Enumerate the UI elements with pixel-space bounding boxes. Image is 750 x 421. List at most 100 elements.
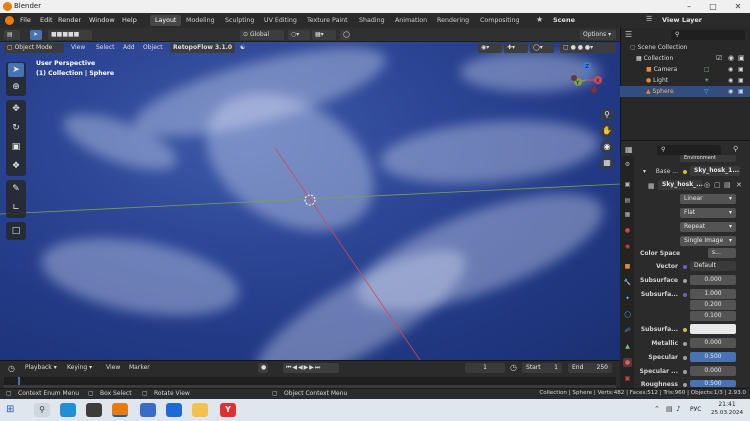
tab-animation[interactable]: Animation: [390, 15, 432, 26]
menu-edit[interactable]: Edit: [40, 16, 53, 24]
grid-view-icon[interactable]: ▦: [600, 156, 614, 170]
close-button[interactable]: ✕: [726, 0, 750, 13]
options-dropdown[interactable]: Options ▾: [580, 30, 616, 40]
blender-menu-icon[interactable]: [5, 16, 14, 25]
measure-tool-icon[interactable]: ∟: [8, 201, 24, 215]
world-tab-icon[interactable]: ◉: [623, 242, 632, 251]
transform-tool-icon[interactable]: ❖: [8, 159, 24, 173]
image-name-field[interactable]: Sky_hosk_...: [658, 180, 703, 190]
start-frame-field[interactable]: Start 1: [522, 363, 562, 373]
rotate-tool-icon[interactable]: ↻: [8, 121, 24, 135]
clock-icon[interactable]: ◷: [510, 363, 517, 372]
timeline-menu-marker[interactable]: Marker: [126, 363, 153, 373]
color-space-select[interactable]: s...: [708, 248, 736, 258]
overlay-toggle[interactable]: ◯▾: [530, 43, 554, 53]
timeline-editor-icon[interactable]: ◷: [8, 364, 15, 373]
retopoflow-help-icon[interactable]: ☯: [237, 43, 248, 53]
maximize-button[interactable]: □: [701, 0, 725, 13]
current-frame-field[interactable]: 1: [465, 363, 505, 373]
properties-editor-icon[interactable]: ▦: [625, 145, 633, 154]
subsurface-field[interactable]: 0.000: [690, 275, 736, 285]
mode-select[interactable]: ▢ Object Mode: [4, 43, 64, 53]
viewport-menu-view[interactable]: View: [68, 43, 88, 53]
tab-rendering[interactable]: Rendering: [432, 15, 474, 26]
cursor-tool-icon[interactable]: ⊕: [8, 80, 24, 94]
render-tab-icon[interactable]: ▣: [623, 180, 632, 189]
texture-tab-icon[interactable]: ▣: [623, 374, 632, 383]
tray-chevron-icon[interactable]: ⌃: [654, 405, 660, 413]
modifier-tab-icon[interactable]: 🔧: [623, 278, 632, 287]
timeline-frame-ruler[interactable]: [4, 377, 616, 385]
select-mode-buttons[interactable]: ■■■■■: [48, 30, 92, 40]
image-unlink-icon[interactable]: ✕: [736, 181, 742, 189]
constraints-tab-icon[interactable]: ☍: [623, 326, 632, 335]
calendar-app-icon[interactable]: [86, 403, 102, 417]
subsurface-radius-x[interactable]: 1.000: [690, 289, 736, 299]
source-select[interactable]: Single Image ▾: [680, 236, 736, 246]
pivot-point-select[interactable]: ○▾: [288, 30, 310, 40]
store-app-icon[interactable]: [140, 403, 156, 417]
shading-mode-buttons[interactable]: ▢ ● ● ●▾: [560, 43, 616, 53]
base-value[interactable]: Sky_hosk_1...: [690, 166, 740, 176]
base-expand-icon[interactable]: ▾: [643, 168, 646, 175]
environment-truncated-field[interactable]: Environment: [680, 155, 736, 162]
scale-tool-icon[interactable]: ▣: [8, 140, 24, 154]
visibility-toggle[interactable]: ◉▾: [478, 43, 502, 53]
collection-visibility-icon[interactable]: ◉: [728, 53, 734, 64]
select-tool-icon[interactable]: ➤: [30, 30, 42, 40]
outliner-row-light[interactable]: ● Light ☀ ◉ ▣: [620, 75, 750, 86]
language-indicator[interactable]: РУС: [690, 406, 701, 413]
tab-compositing[interactable]: Compositing: [475, 15, 524, 26]
image-copy-icon[interactable]: ▢: [714, 181, 721, 189]
timeline-menu-keying[interactable]: Keying ▾: [64, 363, 95, 373]
record-button[interactable]: ●: [258, 363, 268, 373]
outliner-row-collection[interactable]: ▦ Collection ☑ ◉ ▣: [620, 53, 750, 64]
extension-select[interactable]: Repeat ▾: [680, 222, 736, 232]
outliner-row-scene-collection[interactable]: ▢ Scene Collection: [620, 42, 750, 53]
add-cube-tool-icon[interactable]: □: [8, 224, 24, 238]
view-layer-tab-icon[interactable]: ▦: [623, 210, 632, 219]
collection-checkbox-icon[interactable]: ☑: [716, 53, 722, 64]
3d-viewport[interactable]: ▢ Object Mode View Select Add Object Ret…: [0, 42, 620, 360]
collection-render-icon[interactable]: ▣: [738, 53, 745, 64]
material-tab-icon[interactable]: ●: [623, 358, 632, 367]
snap-toggle[interactable]: ▦▾: [312, 30, 336, 40]
subsurface-color-swatch[interactable]: [690, 324, 736, 334]
scene-tab-icon[interactable]: ●: [623, 226, 632, 235]
windows-start-icon[interactable]: ⊞: [6, 404, 18, 416]
file-explorer-icon[interactable]: [192, 403, 208, 417]
sphere-render-icon[interactable]: ▣: [738, 86, 744, 97]
interpolation-select[interactable]: Linear ▾: [680, 194, 736, 204]
playback-controls[interactable]: ⏮◀◀▶▶⏭: [283, 363, 339, 373]
image-fake-user-icon[interactable]: ◎: [704, 181, 710, 189]
network-icon[interactable]: ▤: [666, 405, 673, 413]
sphere-visibility-icon[interactable]: ◉: [728, 86, 733, 97]
clock-date[interactable]: 25.03.2024: [710, 410, 744, 416]
tool-tab-icon[interactable]: ⚙: [623, 160, 632, 169]
scene-name[interactable]: Scene: [553, 16, 575, 24]
outliner-row-camera[interactable]: ■ Camera □ ◉ ▣: [620, 64, 750, 75]
camera-view-icon[interactable]: ◉: [600, 140, 614, 154]
object-tab-icon[interactable]: ■: [623, 262, 632, 271]
metallic-field[interactable]: 0.000: [690, 338, 736, 348]
proportional-edit-toggle[interactable]: ◯: [340, 30, 350, 40]
view-layer-icon[interactable]: ☰: [646, 15, 656, 25]
transform-orientation-select[interactable]: ⊙ Global: [240, 30, 284, 40]
move-tool-icon[interactable]: ✥: [8, 102, 24, 116]
tab-modeling[interactable]: Modeling: [181, 15, 220, 26]
menu-help[interactable]: Help: [122, 16, 137, 24]
mail-app-icon[interactable]: [166, 403, 182, 417]
gizmo-toggle[interactable]: ✚▾: [504, 43, 528, 53]
viewport-menu-add[interactable]: Add: [120, 43, 138, 53]
image-type-icon[interactable]: ▦: [648, 182, 655, 190]
subsurface-radius-y[interactable]: 0.200: [690, 300, 736, 310]
specular-field[interactable]: 0.500: [690, 352, 736, 362]
edge-browser-icon[interactable]: [60, 403, 76, 417]
blender-taskbar-icon[interactable]: [112, 403, 128, 417]
menu-window[interactable]: Window: [89, 16, 115, 24]
viewport-menu-object[interactable]: Object: [140, 43, 166, 53]
minimize-button[interactable]: –: [677, 0, 701, 13]
outliner-row-sphere[interactable]: ▲ Sphere ▽ ◉ ▣: [620, 86, 750, 97]
select-box-tool-icon[interactable]: ➤: [8, 63, 24, 77]
physics-tab-icon[interactable]: ◯: [623, 310, 632, 319]
